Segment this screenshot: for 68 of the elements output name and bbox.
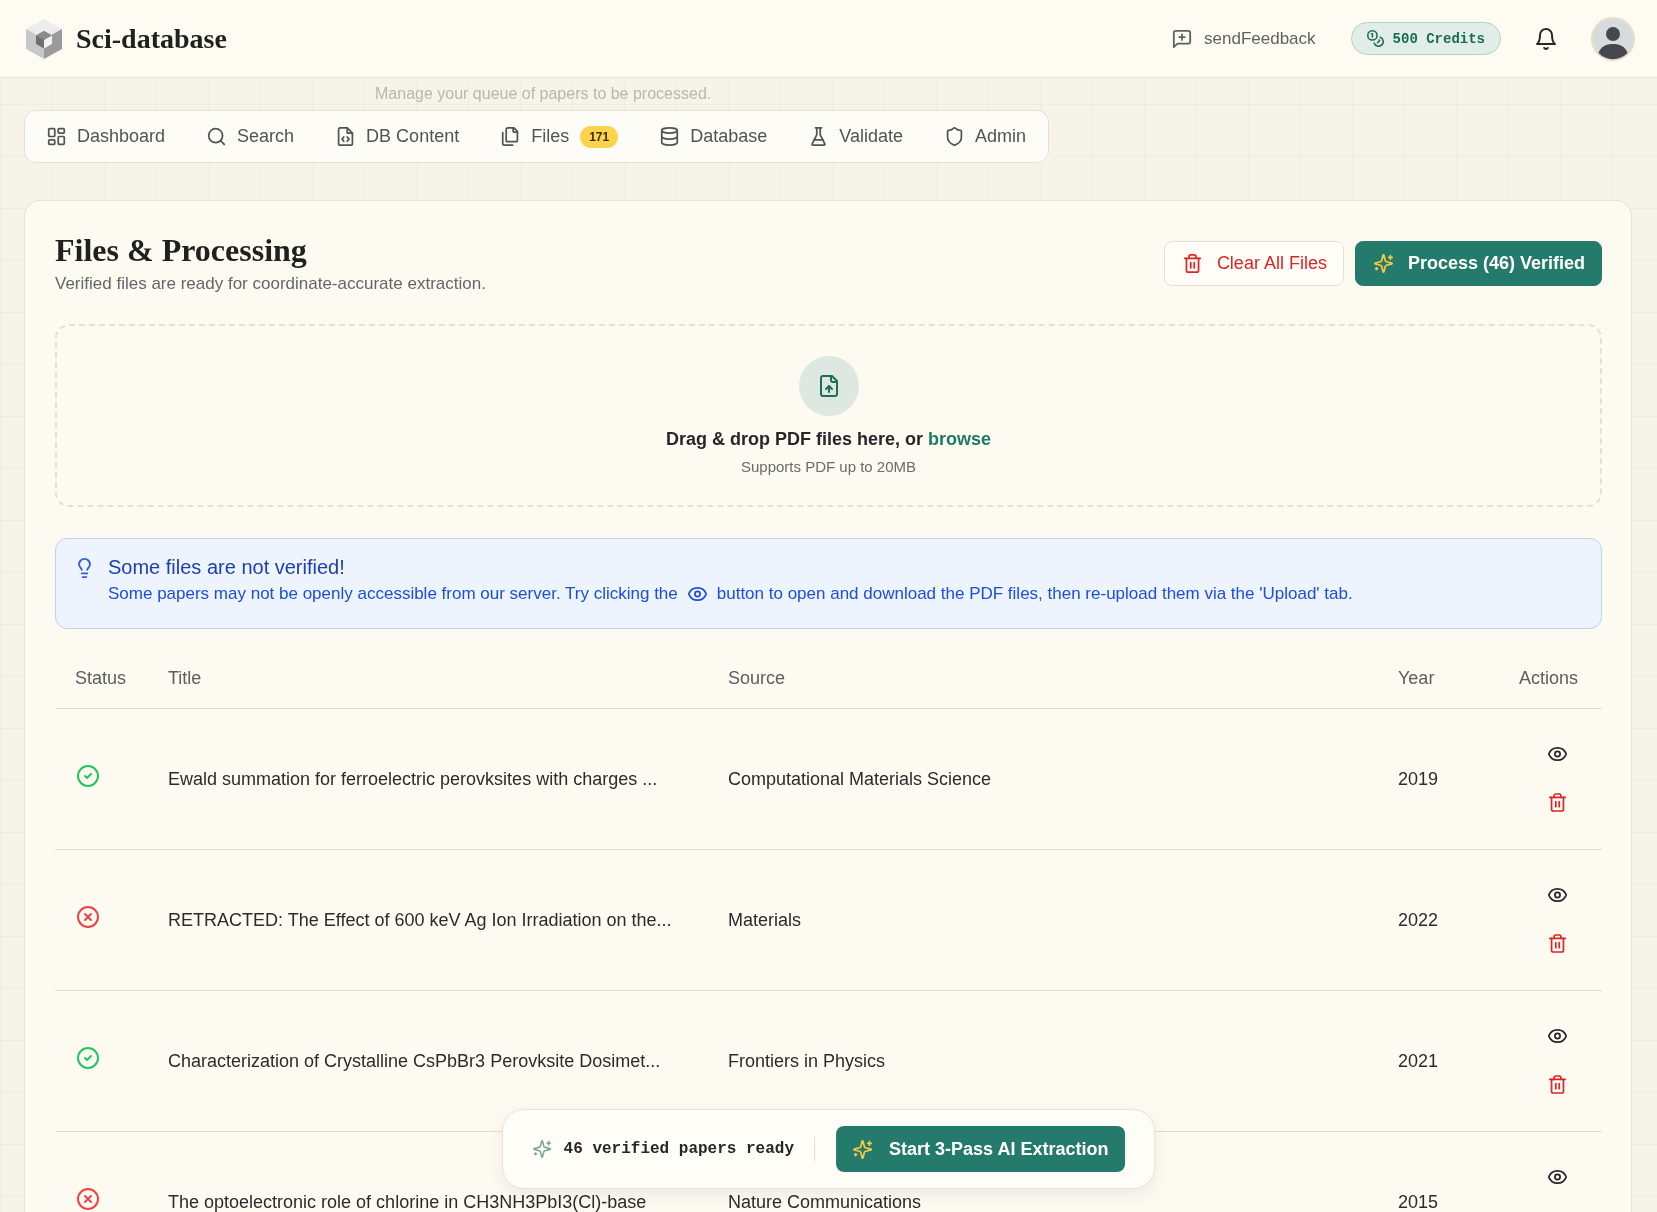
journal-name: Frontiers in Physics: [728, 1051, 887, 1071]
publication-year: 2022: [1398, 910, 1440, 930]
eye-icon[interactable]: [1548, 746, 1567, 761]
credits-button[interactable]: 500 Credits: [1350, 22, 1501, 55]
feedback-button[interactable]: sendFeedback: [1172, 28, 1316, 49]
search-icon: [207, 127, 227, 146]
paper-title: The optoelectronic role of chlorine in CH3NH3PbI3(Cl)-base: [168, 1192, 648, 1212]
journal-name: Materials: [728, 910, 803, 930]
eye-icon[interactable]: [1548, 1169, 1567, 1184]
nav-tab[interactable]: Dashboard: [47, 126, 166, 147]
brand-name: Sci-database: [76, 22, 227, 55]
sparkles-icon: [1373, 254, 1393, 273]
nav-tab[interactable]: Admin: [945, 126, 1027, 147]
column-header: Title: [168, 668, 203, 689]
publication-year: 2019: [1398, 769, 1440, 789]
publication-year: 2021: [1398, 1051, 1440, 1071]
page-title: Files & Processing: [55, 232, 308, 268]
upload-dropzone[interactable]: Drag & drop PDF files here, or browse Supports PDF up to 20MB: [55, 324, 1602, 507]
nav-tab[interactable]: Files 171: [501, 125, 619, 148]
code-file-icon: [336, 127, 356, 146]
paper-title: RETRACTED: The Effect of 600 keV Ag Ion Irradiation on the...: [168, 910, 673, 930]
files-icon: [501, 127, 521, 146]
database-icon: [660, 127, 680, 146]
paper-title: Characterization of Crystalline CsPbBr3 Perovksite Dosimet...: [168, 1051, 662, 1071]
coins-icon: [1366, 30, 1384, 47]
sparkles-icon: [532, 1140, 551, 1158]
queue-hint: Manage your queue of papers to be processed.: [375, 85, 712, 103]
avatar-icon[interactable]: [1591, 16, 1635, 61]
eye-icon: [687, 587, 707, 601]
nav-tab[interactable]: Search: [207, 126, 295, 147]
journal-name: Nature Communications: [728, 1192, 923, 1212]
browse-link[interactable]: browse: [928, 429, 992, 449]
lightbulb-icon: [78, 558, 91, 578]
nav-tab[interactable]: Database: [660, 126, 768, 147]
publication-year: 2015: [1398, 1192, 1440, 1212]
file-upload-icon: [798, 356, 859, 416]
trash-icon: [1182, 254, 1202, 273]
upload-instructions: Drag & drop PDF files here, or browse: [665, 429, 992, 450]
journal-name: Computational Materials Science: [728, 769, 993, 789]
alert-message: Some papers may not be openly accessible from our server. Try clicking the: [108, 584, 678, 604]
alert-title: Some files are not verified!: [108, 555, 346, 579]
notification-bell-icon[interactable]: [1536, 27, 1556, 50]
column-header: Actions: [1519, 668, 1580, 689]
sparkles-icon: [853, 1139, 872, 1159]
column-header: Year: [1398, 668, 1436, 689]
dashboard-grid-icon: [47, 127, 66, 146]
upload-note: Supports PDF up to 20MB: [740, 458, 917, 475]
nav-tab[interactable]: DB Content: [336, 126, 460, 147]
page-subtitle: Verified files are ready for coordinate-accurate extraction.: [55, 274, 486, 294]
column-header: Status: [74, 668, 128, 689]
clear-files-button[interactable]: Clear All Files: [1163, 241, 1344, 286]
alert-message: button to open and download the PDF files, then re-upload them via the 'Upload' tab.: [716, 584, 1353, 604]
ready-count: 46 verified papers ready: [563, 1140, 794, 1158]
start-extraction-button[interactable]: Start 3-Pass AI Extraction: [836, 1126, 1126, 1172]
message-plus-icon: [1172, 28, 1193, 49]
count-badge: 171: [580, 125, 619, 148]
column-header: Source: [728, 668, 787, 689]
flask-icon: [809, 127, 829, 146]
process-verified-button[interactable]: Process (46) Verified: [1354, 241, 1602, 286]
shield-icon: [945, 127, 964, 146]
eye-icon[interactable]: [1548, 887, 1567, 902]
trash-icon[interactable]: [1549, 1074, 1566, 1094]
trash-icon[interactable]: [1549, 792, 1566, 812]
eye-icon[interactable]: [1548, 1028, 1567, 1043]
trash-icon[interactable]: [1549, 933, 1566, 953]
logo-icon[interactable]: [24, 17, 64, 60]
nav-tab[interactable]: Validate: [809, 126, 903, 147]
paper-title: Ewald summation for ferroelectric perovksites with charges ...: [168, 769, 659, 789]
